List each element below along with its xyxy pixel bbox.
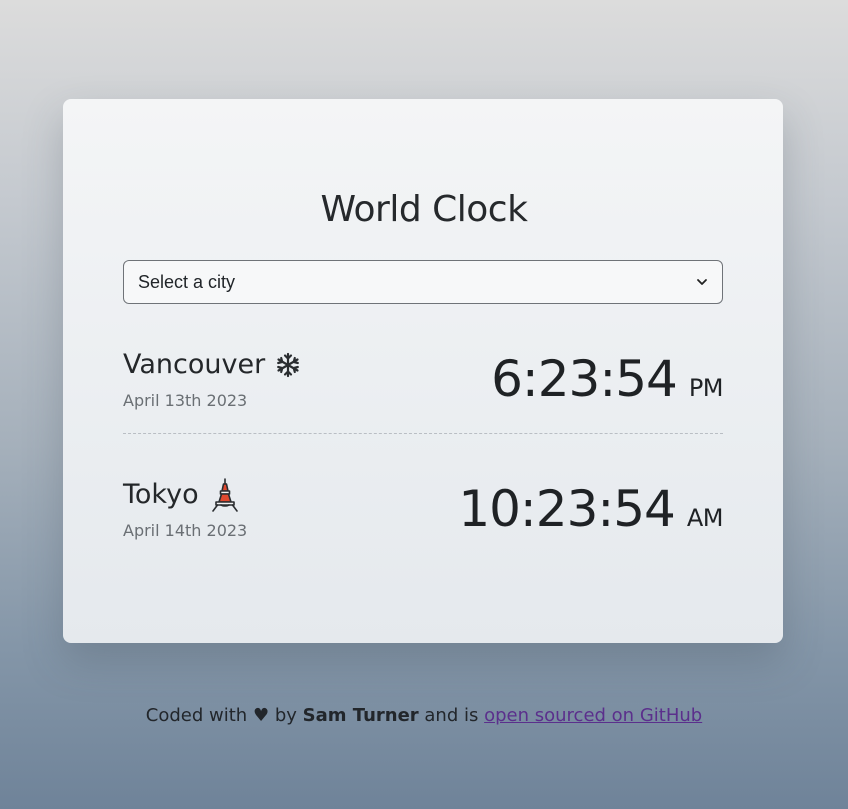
time-value: 10:23:54: [458, 480, 676, 538]
time-period: AM: [686, 504, 724, 532]
heart-icon: ♥: [252, 705, 270, 726]
chevron-down-icon: [697, 279, 707, 285]
city-row-tokyo: Tokyo April 14th 2023 10:23:54 AM: [123, 466, 724, 566]
footer-prefix: Coded with: [145, 705, 248, 726]
city-name-vancouver: Vancouver: [123, 348, 301, 382]
city-select-value: Select a city: [138, 271, 236, 292]
footer-author: Sam Turner: [302, 705, 419, 726]
tokyo-tower-icon: [211, 478, 238, 512]
footer-middle: and is: [424, 705, 479, 726]
city-divider: [123, 433, 723, 434]
city-time-vancouver: 6:23:54 PM: [491, 344, 723, 414]
city-name-label: Tokyo: [123, 479, 199, 510]
footer-by: by: [274, 705, 297, 726]
time-period: PM: [688, 374, 724, 402]
github-link[interactable]: open sourced on GitHub: [484, 705, 702, 726]
page-title: World Clock: [320, 189, 528, 230]
footer: Coded with ♥ by Sam Turner and is open s…: [0, 703, 848, 729]
city-row-vancouver: Vancouver April 13th 2023 6:23:54 PM: [123, 336, 724, 436]
city-name-tokyo: Tokyo: [123, 478, 241, 512]
city-date-vancouver: April 13th 2023: [123, 391, 248, 410]
snowflake-icon: [277, 352, 300, 378]
city-select[interactable]: Select a city: [123, 260, 723, 304]
city-name-label: Vancouver: [123, 349, 266, 380]
city-time-tokyo: 10:23:54 AM: [458, 474, 723, 544]
time-value: 6:23:54: [491, 350, 678, 408]
city-date-tokyo: April 14th 2023: [123, 521, 248, 540]
